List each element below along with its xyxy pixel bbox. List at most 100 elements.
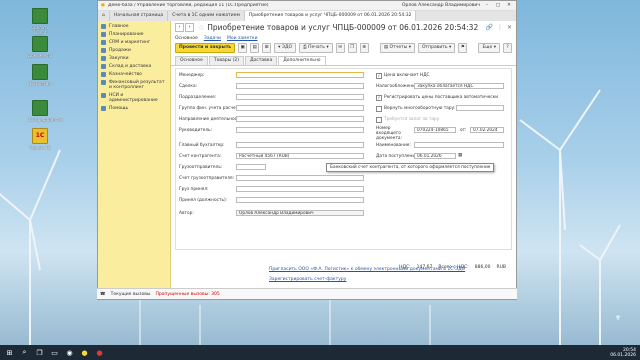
sidebar-item-sales[interactable]: Продажи	[98, 48, 170, 53]
tab-main[interactable]: Основное	[175, 56, 208, 65]
department-label: Подразделение:	[179, 95, 217, 100]
manager-field[interactable]	[236, 72, 364, 78]
onec-app-icon[interactable]: ●	[79, 347, 90, 358]
link-main[interactable]: Основное	[175, 36, 198, 41]
search-icon[interactable]: ⌕	[19, 347, 30, 358]
taxation-label: Налогообложение:	[376, 84, 419, 89]
attach-icon[interactable]: ⊕	[359, 43, 369, 53]
close-button[interactable]: ✕	[505, 3, 513, 8]
treasury-icon	[101, 72, 106, 77]
close-form-icon[interactable]: ✕	[507, 24, 512, 31]
post-icon[interactable]: ▤	[250, 43, 260, 53]
bank-account-field[interactable]: Расчетный 4567 (RUB)	[236, 153, 364, 159]
tab-delivery[interactable]: Доставка	[244, 56, 278, 65]
deal-label: Сделка:	[179, 84, 198, 89]
desktop-icon[interactable]: 1С Плагин	[28, 64, 52, 86]
sidebar-item-crm[interactable]: CRM и маркетинг	[98, 40, 170, 45]
link-tasks[interactable]: Задачи	[204, 36, 221, 41]
missed-calls[interactable]: Пропущенные вызовы: 305	[155, 292, 219, 297]
help-icon	[101, 106, 106, 111]
return-tara-checkbox[interactable]	[376, 106, 382, 112]
desktop-icon[interactable]: 1С:Предприятие	[28, 100, 63, 122]
minimize-button[interactable]: –	[483, 3, 491, 8]
vat-value: 147,67	[416, 265, 433, 270]
tab-start-page[interactable]: Начальная страница	[110, 11, 169, 21]
forward-button[interactable]: ›	[185, 23, 194, 32]
sidebar-item-warehouse[interactable]: Склад и доставка	[98, 64, 170, 69]
structure-icon[interactable]: ⊞	[262, 43, 272, 53]
activity-direction-field[interactable]	[236, 116, 364, 122]
toolbar: Провести и закрыть ▣ ▤ ⊞ ▾ ЭДО ⎙ Печать …	[171, 42, 516, 54]
browser-icon[interactable]: ◉	[64, 347, 75, 358]
incoming-date-field[interactable]: 07.02.2024	[470, 127, 504, 133]
app-logo-icon: ●	[101, 3, 105, 8]
link-icon[interactable]: 🔗	[485, 24, 492, 31]
author-label: Автор:	[179, 211, 194, 216]
explorer-icon[interactable]: ▭	[49, 347, 60, 358]
chief-accountant-field[interactable]	[236, 142, 364, 148]
shipper-account-field[interactable]	[236, 175, 364, 181]
register-prices-label: Регистрировать цены поставщика автоматич…	[384, 95, 499, 100]
app-window: ● Демо-база / Управление торговлей, реда…	[97, 0, 517, 300]
print-button[interactable]: ⎙ Печать ▾	[299, 43, 333, 53]
deal-field[interactable]	[236, 83, 364, 89]
mail-icon[interactable]: ✉	[335, 43, 345, 53]
naming-field[interactable]	[414, 142, 504, 148]
send-button[interactable]: Отправить ▾	[417, 43, 456, 53]
received-position-field[interactable]	[236, 197, 364, 203]
post-and-close-button[interactable]: Провести и закрыть	[175, 43, 236, 53]
more-button[interactable]: Еще ▾	[478, 43, 501, 53]
desktop-icon[interactable]: 1С Сервис 1С	[28, 128, 52, 150]
register-prices-checkbox[interactable]: ✓	[376, 95, 382, 101]
director-field[interactable]	[236, 127, 364, 133]
sidebar-item-help[interactable]: Помощь	[98, 106, 170, 111]
sidebar-item-planning[interactable]: Планирование	[98, 32, 170, 37]
separate-tara-checkbox[interactable]	[376, 117, 382, 123]
back-button[interactable]: ‹	[175, 23, 184, 32]
edo-button[interactable]: ▾ ЭДО	[274, 43, 297, 53]
maximize-button[interactable]: □	[494, 3, 502, 8]
tab-goods[interactable]: Товары (2)	[208, 56, 244, 65]
copy-icon[interactable]: ❐	[347, 43, 357, 53]
system-clock[interactable]: 20:54 06.01.2026	[610, 348, 640, 358]
sidebar-item-purchases[interactable]: Закупки	[98, 56, 170, 61]
task-view-icon[interactable]: ❐	[34, 347, 45, 358]
additional-tab-panel: Менеджер: Сделка: Подразделение: Группа …	[175, 68, 512, 250]
cargo-received-label: Груз принял:	[179, 187, 209, 192]
taxation-field[interactable]: Закупка облагается НДС	[414, 83, 504, 89]
start-icon[interactable]: ⊞	[4, 347, 15, 358]
cargo-received-field[interactable]	[236, 186, 364, 192]
tab-purchase-doc[interactable]: Приобретение товаров и услуг ЧПЦБ-000009…	[244, 11, 417, 21]
bank-account-tooltip: Банковский счет контрагента, от которого…	[326, 163, 495, 172]
sidebar-item-finance[interactable]: Финансовый результат и контроллинг	[98, 80, 170, 90]
user-name[interactable]: Орлов Александр Владимирович	[402, 3, 480, 8]
link-my-notes[interactable]: Мои заметки	[227, 36, 258, 41]
register-invoice-link[interactable]: Зарегистрировать счет-фактуру	[269, 277, 346, 282]
sidebar-item-main[interactable]: Главное	[98, 24, 170, 29]
calendar-icon[interactable]: ▦	[458, 153, 462, 158]
received-date-label: Дата поступления:	[376, 154, 420, 159]
home-icon[interactable]: ⌂	[98, 11, 110, 21]
sidebar-item-admin[interactable]: НСИ и администрирование	[98, 93, 170, 103]
department-field[interactable]	[236, 94, 364, 100]
sidebar-item-treasury[interactable]: Казначейство	[98, 72, 170, 77]
reports-button[interactable]: ▤ Отчеты ▾	[379, 43, 415, 53]
price-includes-vat-checkbox[interactable]: ✓	[376, 73, 382, 79]
desktop-icon[interactable]: Документы	[28, 36, 52, 58]
current-calls[interactable]: Текущие вызовы	[111, 292, 151, 297]
received-date-field[interactable]: 06.01.2026	[414, 153, 456, 159]
incoming-number-field[interactable]: 070224-10865	[414, 127, 456, 133]
fin-group-field[interactable]	[236, 105, 364, 111]
more-vert-icon[interactable]: ⋮	[497, 24, 503, 31]
help-icon[interactable]: ?	[503, 43, 513, 53]
flag-icon[interactable]: ⚑	[458, 43, 468, 53]
tab-invoices[interactable]: Счета в 1С одним нажатием	[168, 11, 245, 21]
save-icon[interactable]: ▣	[238, 43, 248, 53]
return-tara-field[interactable]	[456, 105, 504, 111]
shipper-field[interactable]	[236, 164, 266, 170]
shipper-label: Грузоотправитель:	[179, 165, 223, 170]
recorder-icon[interactable]: ●	[94, 347, 105, 358]
recycle-bin-icon[interactable]: 🗑	[606, 315, 630, 333]
favorite-star-icon[interactable]: ☆	[198, 24, 204, 32]
tab-additional[interactable]: Дополнительно	[278, 56, 326, 65]
